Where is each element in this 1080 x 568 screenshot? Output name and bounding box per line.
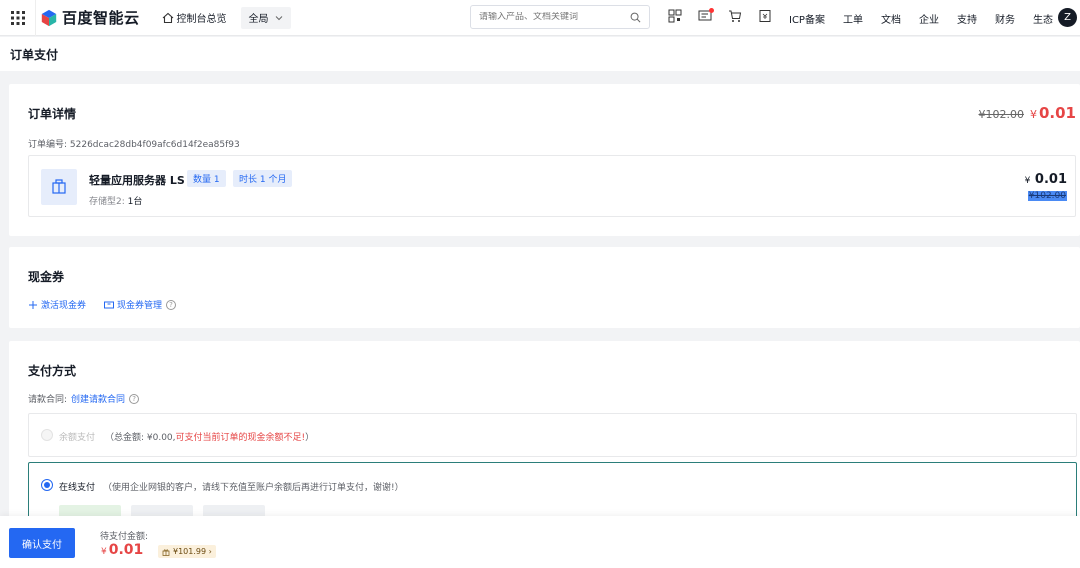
order-original-price: ¥102.00 — [978, 108, 1024, 121]
top-link-ticket[interactable]: 工单 — [843, 11, 863, 26]
due-amount-value: 0.01 — [108, 542, 144, 558]
top-link-support[interactable]: 支持 — [957, 11, 977, 26]
product-price: ¥ 0.01 ¥102.00 — [1025, 172, 1067, 201]
currency-symbol: ¥ — [101, 547, 107, 557]
contract-row: 请款合同: 创建请款合同 ? — [28, 392, 140, 405]
ticket-icon — [104, 301, 115, 308]
payment-card: 支付方式 请款合同: 创建请款合同 ? 余额支付 （总金额: ¥0.00,可支付… — [9, 341, 1080, 523]
page-title: 订单支付 — [10, 48, 59, 62]
grid-icon — [10, 10, 25, 25]
balance-desc-end: ） — [305, 433, 315, 443]
create-contract-link[interactable]: 创建请款合同 — [71, 392, 125, 405]
cloud-logo-icon — [41, 9, 57, 26]
coupon-actions: 激活现金券 现金券管理 ? — [28, 298, 194, 311]
top-link-docs[interactable]: 文档 — [881, 11, 901, 26]
order-total: ¥102.00 ¥0.01 — [978, 104, 1076, 122]
currency-symbol: ¥ — [1024, 176, 1031, 186]
plus-icon — [29, 300, 37, 309]
product-name: 轻量应用服务器 LS — [89, 174, 185, 187]
page-title-bar — [0, 37, 1080, 71]
quantity-tag: 数量 1 — [187, 170, 226, 187]
payment-footer: 确认支付 待支付金额: ¥0.01 ¥101.99 › — [0, 516, 1080, 568]
order-details-card: 订单详情 ¥102.00 ¥0.01 订单编号: 5226dcac28db4f0… — [9, 84, 1080, 236]
spec-value: 1台 — [127, 197, 143, 207]
payment-title: 支付方式 — [28, 364, 77, 378]
apps-menu-button[interactable] — [0, 0, 36, 36]
product-price-original: ¥102.00 — [1027, 191, 1067, 201]
top-links: ICP备案 工单 文档 企业 支持 财务 生态 — [789, 0, 1071, 36]
balance-warning: 可支付当前订单的现金余额不足! — [175, 433, 306, 443]
top-navbar: 百度智能云 控制台总览 全局 ICP备案 工单 文档 企业 支持 财务 生态 — [0, 0, 1080, 36]
help-icon[interactable]: ? — [129, 393, 140, 404]
gift-icon — [162, 548, 170, 556]
chevron-right-icon: › — [208, 547, 212, 556]
chevron-down-icon — [275, 15, 282, 20]
saving-badge[interactable]: ¥101.99 › — [158, 545, 216, 558]
user-avatar[interactable]: Z — [1058, 8, 1077, 27]
notification-dot — [709, 8, 714, 13]
order-price: ¥0.01 — [1030, 104, 1076, 122]
top-icon-group — [668, 8, 788, 23]
product-price-value: 0.01 — [1034, 172, 1067, 187]
coupon-card: 现金券 激活现金券 现金券管理 ? — [9, 247, 1080, 328]
global-search[interactable] — [470, 5, 650, 29]
order-details-title: 订单详情 — [28, 107, 77, 121]
manage-coupon-link[interactable]: 现金券管理 ? — [104, 298, 177, 311]
search-input[interactable] — [479, 12, 630, 22]
due-label: 待支付金额: — [100, 532, 149, 542]
top-link-finance[interactable]: 财务 — [995, 11, 1015, 26]
balance-desc: （总金额: ¥0.00,可支付当前订单的现金余额不足!） — [105, 430, 314, 443]
order-number: 订单编号: 5226dcac28db4f09afc6d14f2ea85f93 — [28, 140, 240, 150]
top-link-enterprise[interactable]: 企业 — [919, 11, 939, 26]
online-label: 在线支付 — [59, 483, 96, 493]
product-icon-box — [41, 169, 77, 205]
due-amount: ¥0.01 — [101, 542, 143, 558]
confirm-payment-button[interactable]: 确认支付 — [9, 528, 75, 558]
region-label: 全局 — [248, 14, 269, 25]
product-item: 轻量应用服务器 LS 数量 1 时长 1 个月 存储型2: 1台 ¥ 0.01 … — [28, 155, 1076, 217]
coupon-title: 现金券 — [28, 270, 65, 284]
balance-payment-option[interactable]: 余额支付 （总金额: ¥0.00,可支付当前订单的现金余额不足!） — [28, 413, 1077, 457]
server-icon — [52, 179, 66, 194]
top-link-icp[interactable]: ICP备案 — [789, 11, 825, 26]
manage-coupon-label: 现金券管理 — [117, 301, 163, 311]
search-icon[interactable] — [630, 12, 641, 23]
console-label: 控制台总览 — [176, 14, 227, 25]
currency-symbol: ¥ — [1029, 108, 1037, 121]
balance-label: 余额支付 — [59, 433, 96, 443]
online-desc: （使用企业网银的客户，请线下充值至账户余额后再进行订单支付，谢谢!） — [103, 483, 404, 493]
brand-name: 百度智能云 — [62, 9, 140, 27]
spec-label: 存储型2: — [89, 197, 125, 207]
console-overview-link[interactable]: 控制台总览 — [162, 10, 227, 25]
message-icon[interactable] — [698, 8, 714, 23]
top-link-ecosystem[interactable]: 生态 — [1033, 11, 1053, 26]
activate-coupon-link[interactable]: 激活现金券 — [28, 298, 86, 311]
product-price-current: ¥ 0.01 — [1025, 172, 1067, 187]
contract-label: 请款合同: — [28, 395, 68, 405]
billing-icon[interactable] — [758, 9, 772, 23]
home-icon — [162, 12, 173, 23]
qrcode-icon[interactable] — [668, 9, 682, 23]
help-icon[interactable]: ? — [166, 299, 177, 310]
order-price-value: 0.01 — [1038, 104, 1076, 122]
balance-radio[interactable] — [41, 429, 53, 441]
cart-icon[interactable] — [728, 9, 742, 23]
product-spec: 存储型2: 1台 — [89, 194, 142, 207]
saving-amount: ¥101.99 — [173, 547, 207, 556]
region-selector[interactable]: 全局 — [240, 6, 291, 29]
online-radio[interactable] — [41, 479, 53, 491]
duration-tag: 时长 1 个月 — [233, 170, 293, 187]
online-payment-option[interactable]: 在线支付 （使用企业网银的客户，请线下充值至账户余额后再进行订单支付，谢谢!） — [28, 462, 1077, 523]
activate-coupon-label: 激活现金券 — [41, 301, 87, 311]
balance-total: （总金额: ¥0.00, — [105, 433, 176, 443]
brand-logo[interactable]: 百度智能云 — [40, 7, 140, 28]
